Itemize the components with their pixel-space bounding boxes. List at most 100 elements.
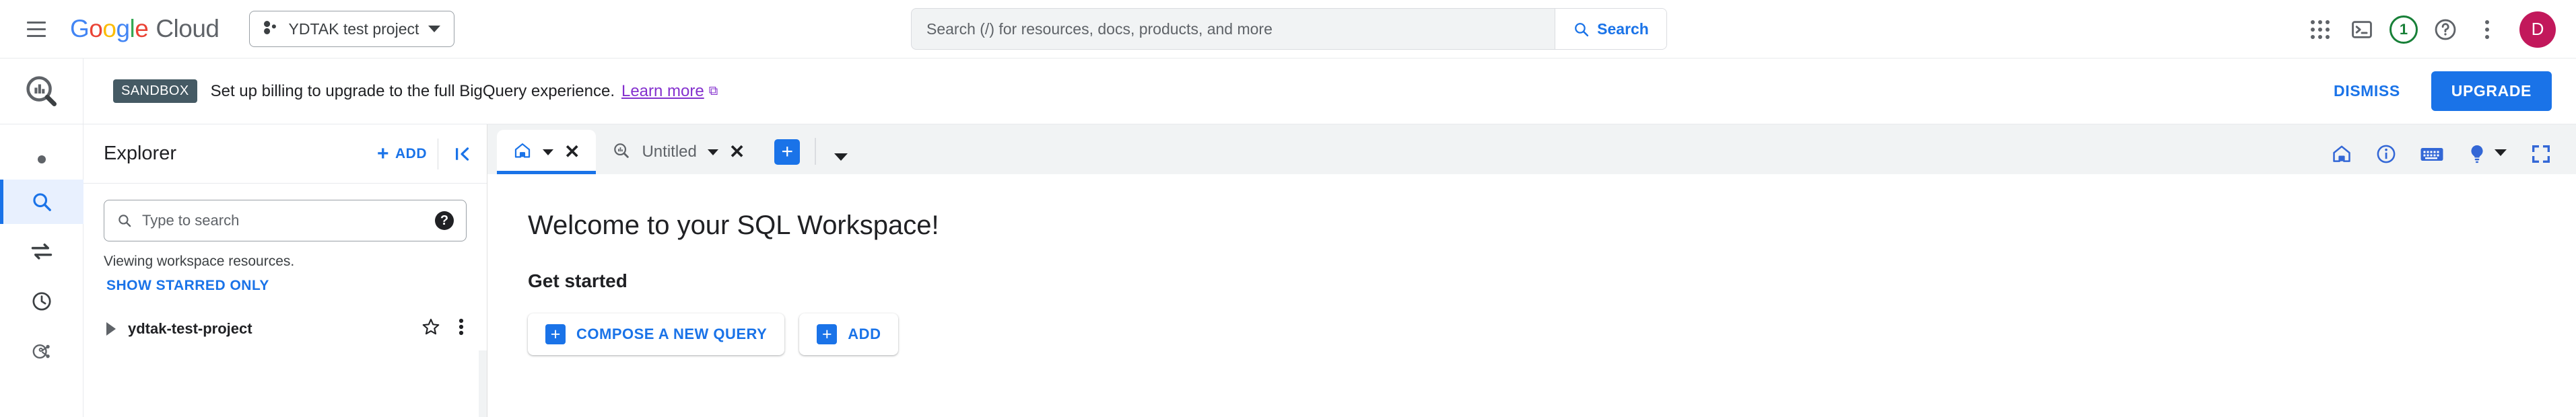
project-selector-label: YDTAK test project [288, 20, 419, 38]
lightbulb-tips-icon[interactable] [2467, 143, 2507, 165]
topbar-actions: 1 D [2301, 0, 2556, 59]
chevron-down-icon[interactable] [543, 149, 553, 155]
close-icon[interactable]: ✕ [564, 143, 580, 161]
star-outline-icon[interactable] [421, 317, 441, 340]
welcome-title: Welcome to your SQL Workspace! [528, 211, 939, 240]
collapse-panel-icon[interactable] [438, 144, 487, 164]
show-starred-only-button[interactable]: SHOW STARRED ONLY [106, 278, 467, 294]
compose-new-query-button[interactable]: + COMPOSE A NEW QUERY [528, 313, 785, 355]
explorer-scope-text: Viewing workspace resources. [104, 254, 295, 269]
add-data-label: ADD [848, 326, 881, 342]
help-icon[interactable] [2427, 11, 2464, 48]
apps-grid-icon[interactable] [2301, 11, 2339, 48]
rail-item-analytics-hub[interactable] [0, 329, 83, 373]
plus-icon: + [376, 142, 389, 165]
chevron-down-icon [428, 26, 441, 32]
home-icon[interactable] [2331, 143, 2352, 165]
logo-letter: l [129, 15, 135, 42]
data-share-icon [32, 344, 50, 359]
rail-item-transfers[interactable] [0, 229, 83, 274]
logo-cloud-word: Cloud [156, 15, 219, 42]
new-tab-button[interactable]: + [774, 139, 801, 165]
external-link-icon: ⧉ [708, 83, 718, 98]
search-icon [1575, 22, 1589, 36]
workspace-body: Explorer + ADD Type to search ? Viewing … [0, 124, 2576, 417]
search-button[interactable]: Search [1555, 9, 1666, 49]
sandbox-banner: SANDBOX Set up billing to upgrade to the… [83, 59, 2576, 124]
rail-item-search[interactable] [0, 180, 83, 224]
search-icon [32, 193, 51, 211]
dismiss-button[interactable]: DISMISS [2321, 73, 2412, 110]
rail-item-scheduled-queries[interactable] [0, 279, 83, 324]
compose-new-query-label: COMPOSE A NEW QUERY [576, 326, 768, 342]
list-item-actions [421, 317, 464, 340]
logo-letter: G [70, 15, 90, 42]
tab-home[interactable]: ✕ [497, 130, 597, 174]
sandbox-banner-row: SANDBOX Set up billing to upgrade to the… [0, 59, 2576, 124]
notification-count-badge: 1 [2389, 15, 2418, 44]
explorer-add-button[interactable]: + ADD [376, 142, 438, 165]
home-icon [513, 141, 532, 163]
sql-workspace-main: ✕ Untitled ✕ + Welcome to your SQL Works… [487, 124, 2576, 417]
get-started-title: Get started [528, 270, 628, 291]
welcome-content: Welcome to your SQL Workspace! Get start… [487, 174, 2576, 417]
notifications-button[interactable]: 1 [2385, 11, 2422, 48]
search-icon [118, 215, 131, 227]
chevron-down-icon [2494, 148, 2507, 160]
chevron-right-icon[interactable] [106, 321, 116, 336]
learn-more-link[interactable]: Learn more [621, 82, 704, 101]
explorer-header: Explorer + ADD [83, 124, 487, 184]
logo-letter: g [116, 15, 130, 42]
cloud-shell-icon[interactable] [2343, 11, 2381, 48]
search-button-label: Search [1597, 20, 1649, 38]
transfer-arrows-icon [31, 243, 52, 260]
logo-letter: o [89, 15, 103, 42]
explorer-body: ? Viewing workspace resources. SHOW STAR… [83, 184, 487, 417]
explorer-search[interactable]: ? [104, 200, 467, 241]
avatar[interactable]: D [2519, 11, 2556, 48]
search-input[interactable] [142, 212, 426, 229]
get-started-actions: + COMPOSE A NEW QUERY + ADD [528, 313, 2576, 355]
logo-letter: o [102, 15, 116, 42]
add-data-button[interactable]: + ADD [799, 313, 899, 355]
bigquery-logo-icon [0, 59, 83, 124]
project-nodes-icon [262, 19, 279, 40]
fullscreen-icon[interactable] [2530, 143, 2552, 165]
tab-bar-right-actions [2331, 143, 2576, 174]
banner-message: Set up billing to upgrade to the full Bi… [210, 81, 615, 100]
explorer-add-label: ADD [395, 145, 427, 161]
project-node-label: ydtak-test-project [128, 319, 252, 337]
close-icon[interactable]: ✕ [729, 143, 745, 161]
plus-square-icon: + [545, 324, 566, 344]
clock-history-icon [32, 292, 51, 311]
help-icon[interactable]: ? [435, 211, 454, 230]
more-vert-icon[interactable] [459, 317, 464, 340]
keyboard-shortcuts-icon[interactable] [2420, 145, 2444, 163]
chevron-down-icon[interactable] [707, 149, 718, 155]
dot-icon [37, 155, 46, 163]
global-search[interactable]: Search [911, 8, 1667, 50]
upgrade-button[interactable]: UPGRADE [2431, 71, 2552, 111]
tab-untitled-query[interactable]: Untitled ✕ [596, 130, 761, 174]
info-icon[interactable] [2375, 143, 2397, 165]
banner-actions: DISMISS UPGRADE [2321, 71, 2552, 111]
more-options-icon[interactable] [2468, 11, 2506, 48]
status-badge: SANDBOX [113, 79, 197, 103]
plus-square-icon: + [817, 324, 838, 344]
divider [815, 138, 817, 165]
tab-label: Untitled [642, 143, 697, 161]
logo-letter: e [135, 15, 149, 42]
hamburger-menu-icon[interactable] [22, 14, 51, 44]
list-item[interactable]: ydtak-test-project [104, 317, 467, 340]
page-title: Explorer [104, 143, 176, 164]
bigquery-query-icon [612, 141, 631, 163]
bigquery-console: Go o g l e Cloud YDTAK test project Search [0, 0, 2576, 417]
new-tab-options-caret-down-icon[interactable] [834, 152, 848, 165]
project-selector[interactable]: YDTAK test project [248, 11, 455, 47]
left-icon-rail [0, 124, 83, 417]
search-input[interactable] [912, 9, 1555, 49]
explorer-panel: Explorer + ADD Type to search ? Viewing … [83, 124, 487, 417]
explorer-scrollbar[interactable] [479, 350, 487, 417]
google-cloud-logo[interactable]: Go o g l e Cloud [70, 15, 219, 43]
rail-item-dot[interactable] [0, 145, 83, 174]
